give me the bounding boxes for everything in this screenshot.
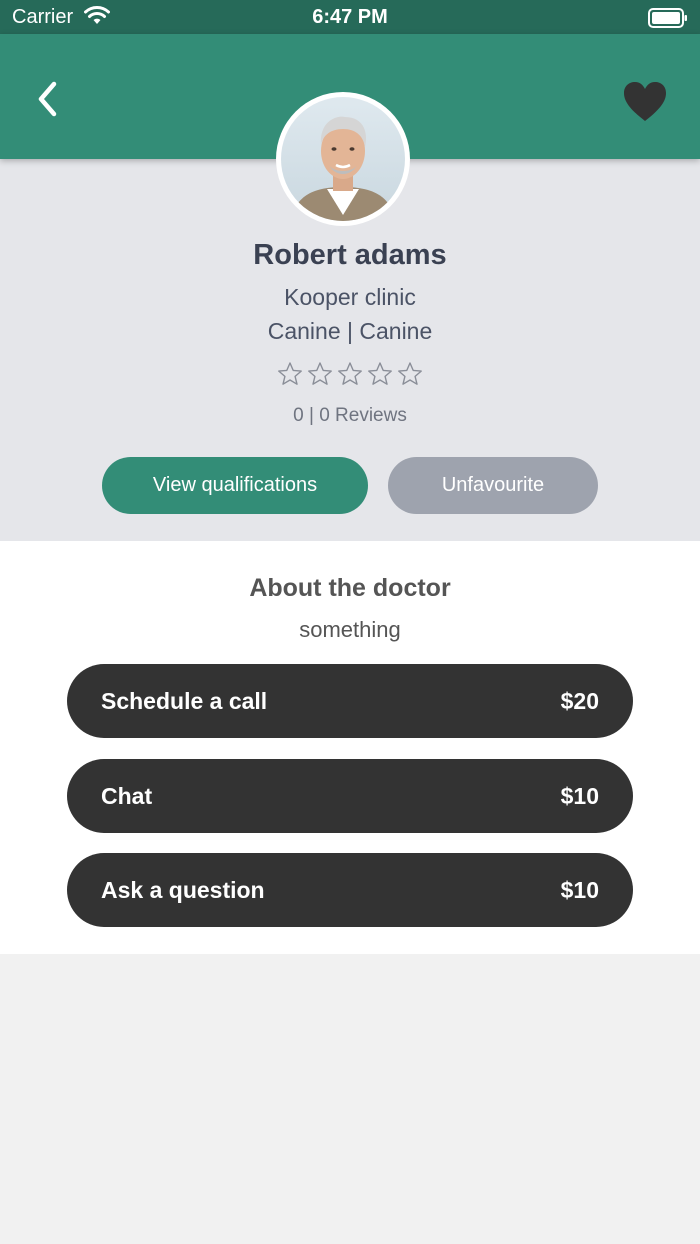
back-button[interactable] bbox=[30, 76, 70, 122]
unfavourite-button[interactable]: Unfavourite bbox=[388, 457, 598, 514]
status-time: 6:47 PM bbox=[312, 6, 388, 28]
doctor-name: Robert adams bbox=[253, 239, 447, 271]
service-price: $20 bbox=[560, 687, 599, 714]
service-price: $10 bbox=[560, 876, 599, 903]
service-price: $10 bbox=[560, 782, 599, 809]
star-icon bbox=[338, 362, 362, 385]
service-label: Schedule a call bbox=[101, 687, 268, 714]
status-bar: Carrier 6:47 PM bbox=[0, 0, 700, 34]
service-label: Ask a question bbox=[101, 876, 265, 903]
star-icon bbox=[368, 362, 392, 385]
favourite-button[interactable] bbox=[620, 80, 670, 124]
ask-question-button[interactable]: Ask a question $10 bbox=[67, 853, 633, 927]
about-title: About the doctor bbox=[249, 574, 451, 602]
service-label: Chat bbox=[101, 782, 153, 809]
chat-button[interactable]: Chat $10 bbox=[67, 759, 633, 833]
heart-icon bbox=[624, 82, 666, 121]
about-section: About the doctor something Schedule a ca… bbox=[0, 541, 700, 954]
view-qualifications-button[interactable]: View qualifications bbox=[102, 457, 368, 514]
chevron-left-icon bbox=[38, 81, 57, 117]
doctor-specialty: Canine | Canine bbox=[267, 318, 433, 344]
reviews-count: 0 | 0 Reviews bbox=[293, 405, 407, 426]
schedule-call-button[interactable]: Schedule a call $20 bbox=[67, 664, 633, 738]
star-icon bbox=[308, 362, 332, 385]
star-icon bbox=[398, 362, 422, 385]
clinic-name: Kooper clinic bbox=[284, 284, 416, 310]
about-text: something bbox=[299, 617, 401, 642]
battery-icon bbox=[648, 8, 687, 28]
star-icon bbox=[278, 362, 302, 385]
rating-stars bbox=[0, 361, 700, 392]
doctor-avatar bbox=[276, 92, 410, 226]
doctor-photo bbox=[281, 97, 405, 221]
